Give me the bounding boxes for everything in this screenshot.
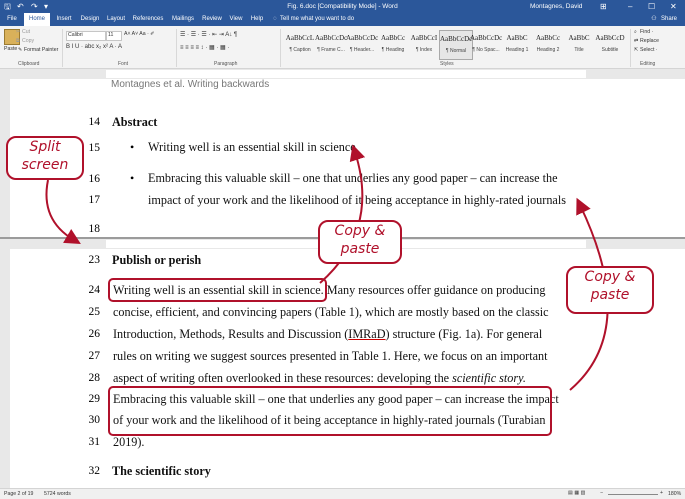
callout-split-screen: Split screen <box>6 136 84 180</box>
status-bar: Page 2 of 19 5724 words ▤ ▦ ▥ − + 180% <box>0 488 685 499</box>
page-count[interactable]: Page 2 of 19 <box>4 491 33 497</box>
callout-copy-paste-2: Copy & paste <box>566 266 654 314</box>
view-mode-icons[interactable]: ▤ ▦ ▥ <box>568 490 586 496</box>
zoom-out-button[interactable]: − <box>600 490 603 496</box>
word-count[interactable]: 5724 words <box>44 491 71 497</box>
zoom-slider[interactable] <box>608 494 658 495</box>
zoom-in-button[interactable]: + <box>660 490 663 496</box>
arrow-split <box>45 179 81 245</box>
zoom-level[interactable]: 180% <box>668 491 681 497</box>
callout-copy-paste-1: Copy & paste <box>318 220 402 264</box>
